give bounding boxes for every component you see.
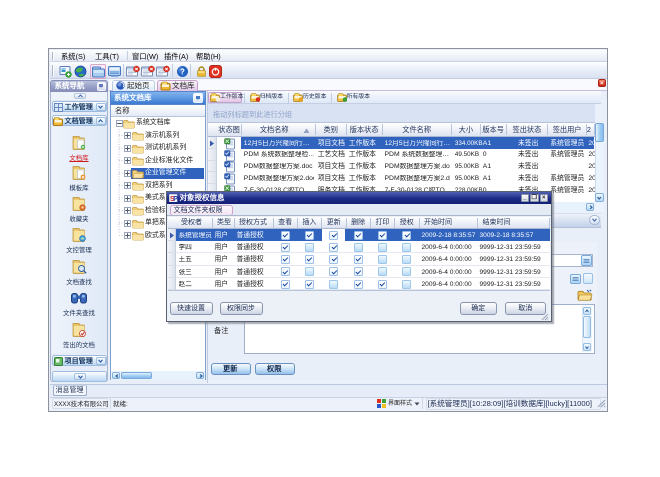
- svg-text:P: P: [173, 195, 177, 202]
- svg-text:?: ?: [180, 67, 185, 76]
